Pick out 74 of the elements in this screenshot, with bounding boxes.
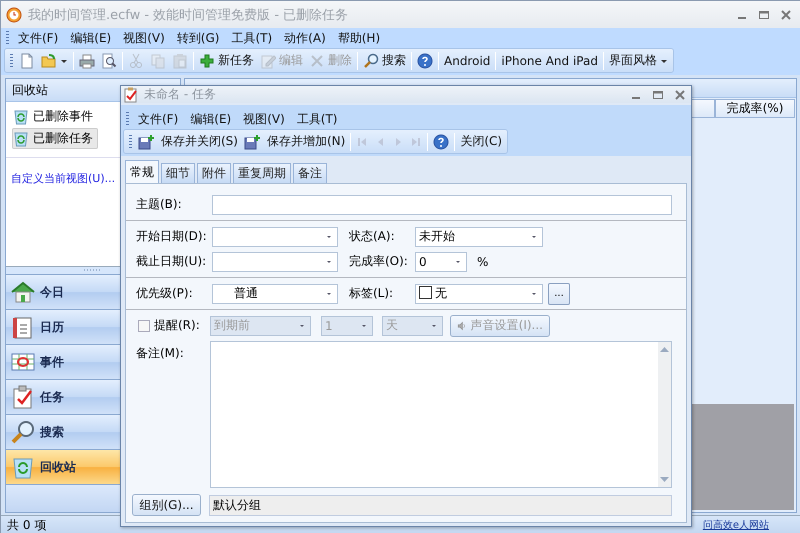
column-header[interactable]: 完成率(%) (715, 99, 795, 118)
plus-icon (199, 52, 215, 68)
menu-item[interactable]: 帮助(H) (332, 30, 386, 46)
window-title: 我的时间管理.ecfw - 效能时间管理免费版 - 已删除任务 (28, 6, 350, 24)
notes-field[interactable] (210, 341, 672, 488)
help-icon (433, 134, 450, 150)
menu-item[interactable]: 工具(T) (225, 30, 278, 46)
search-icon (363, 52, 379, 68)
scroll-down-icon (660, 477, 669, 483)
date-picker[interactable] (212, 252, 338, 272)
subject-field[interactable] (212, 194, 672, 214)
item-count: 共 0 项 (7, 516, 46, 533)
clipboard-icon (172, 52, 188, 68)
field-label: 状态(A): (349, 228, 396, 245)
page-magnifier-icon (101, 52, 117, 68)
close-icon[interactable] (673, 88, 687, 102)
field-label: 主题(B): (136, 196, 183, 213)
x-icon (309, 52, 325, 68)
status-dropdown[interactable]: 未开始 (415, 226, 543, 246)
field-label: 开始日期(D): (136, 228, 208, 245)
tree-item[interactable]: 已删除事件 (12, 106, 98, 127)
tab[interactable]: 常规 (125, 160, 159, 183)
tag-dropdown[interactable]: 无 (415, 284, 543, 304)
new-document-icon (19, 52, 35, 68)
scroll-up-icon (660, 346, 669, 352)
group-button[interactable]: 组别(G)... (132, 494, 201, 516)
percent-spinner[interactable]: 0 (415, 252, 467, 272)
menu-item[interactable]: 动作(A) (278, 30, 332, 46)
help-icon (417, 52, 433, 68)
menu-item[interactable]: 编辑(E) (184, 110, 238, 128)
website-link[interactable]: 问高效e人网站 (702, 518, 769, 532)
folder-icon (41, 52, 57, 68)
save-add-button[interactable]: 保存并增加(N) (240, 131, 348, 152)
save-close-button[interactable]: 保存并关闭(S) (135, 131, 241, 152)
pencil-icon (260, 52, 276, 68)
recycle-bin-icon (13, 130, 29, 146)
field-label: 完成率(O): (349, 253, 409, 270)
tab[interactable]: 备注 (293, 163, 327, 183)
unit-label: % (477, 254, 488, 268)
printer-icon (79, 52, 95, 68)
more-button[interactable]: ... (548, 282, 570, 304)
priority-dropdown[interactable]: 普通 (212, 284, 338, 304)
checklist-icon (123, 86, 139, 102)
search-button[interactable]: 搜索 (360, 50, 409, 71)
tree-item[interactable]: 已删除任务 (12, 128, 98, 149)
menu-item[interactable]: 文件(F) (132, 110, 184, 128)
customize-view-link[interactable]: 自定义当前视图(U)... (11, 167, 116, 190)
field-label: 截止日期(U): (136, 253, 208, 270)
group-field[interactable]: 默认分组 (209, 494, 672, 516)
close-icon[interactable] (779, 8, 793, 22)
menu-item[interactable]: 视图(V) (117, 30, 171, 46)
grip-icon (83, 269, 103, 272)
toolbar-button[interactable]: iPhone And iPad (498, 50, 601, 71)
search-icon (10, 420, 36, 444)
toolbar-button[interactable]: Android (441, 50, 494, 71)
clock-icon (6, 6, 22, 22)
menu-item[interactable]: 工具(T) (290, 110, 344, 128)
recycle-bin-icon (13, 108, 29, 124)
reminder-checkbox[interactable] (138, 320, 150, 332)
tab[interactable]: 附件 (197, 163, 231, 183)
date-picker[interactable] (212, 226, 338, 246)
new-task-button[interactable]: 新任务 (196, 50, 257, 71)
tab[interactable]: 细节 (161, 163, 195, 183)
field-label: 标签(L): (349, 285, 394, 302)
menu-item[interactable]: 转到(G) (170, 30, 226, 46)
copy-icon (150, 52, 166, 68)
toolbar-button[interactable]: 关闭(C) (457, 131, 506, 152)
menu-item[interactable]: 编辑(E) (64, 30, 118, 46)
tab[interactable]: 重复周期 (233, 163, 291, 183)
scissors-icon (128, 52, 144, 68)
menu-item[interactable]: 视图(V) (237, 110, 291, 128)
theme-menu-button[interactable]: 界面风格 (606, 50, 671, 71)
menu-item[interactable]: 文件(F) (12, 30, 64, 46)
house-icon (10, 280, 36, 304)
